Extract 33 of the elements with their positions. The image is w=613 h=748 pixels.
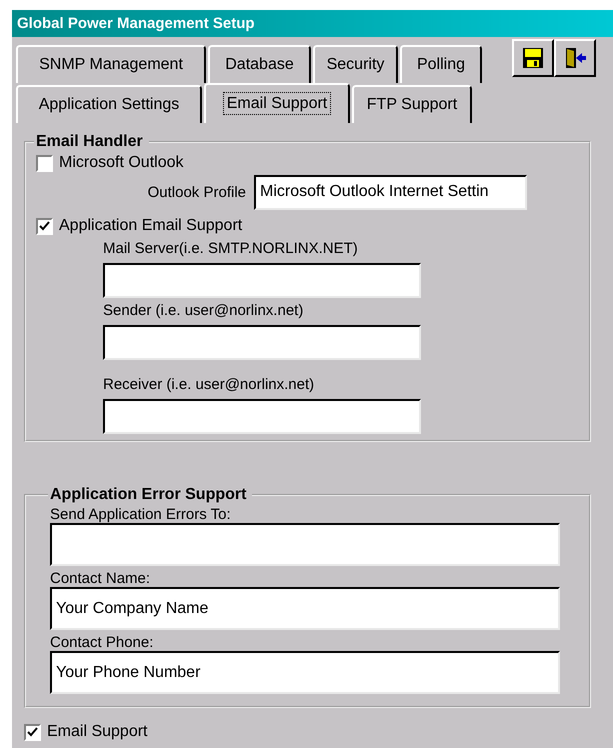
exit-button[interactable] xyxy=(554,39,596,77)
door-arrow-icon xyxy=(563,46,587,70)
text-field[interactable]: Your Phone Number xyxy=(50,651,560,694)
tab[interactable]: Email Support xyxy=(204,83,350,123)
group-title: Email Handler xyxy=(35,133,144,151)
text-field[interactable] xyxy=(103,263,421,298)
tab[interactable]: FTP Support xyxy=(352,85,472,123)
text-field[interactable] xyxy=(103,325,421,360)
group-title: Application Error Support xyxy=(49,486,248,504)
window-title: Global Power Management Setup xyxy=(17,15,255,32)
field-label: Outlook Profile xyxy=(148,184,246,200)
field-label: Mail Server(i.e. SMTP.NORLINX.NET) xyxy=(103,240,359,257)
field-label: Contact Name: xyxy=(50,570,152,587)
field-label: Send Application Errors To: xyxy=(50,506,232,523)
save-button[interactable] xyxy=(512,39,554,77)
field-label: Sender (i.e. user@norlinx.net) xyxy=(103,302,304,319)
checkbox[interactable] xyxy=(36,154,53,172)
checkbox-label: Application Email Support xyxy=(59,217,242,235)
field-label: Contact Phone: xyxy=(50,634,154,651)
checkbox[interactable] xyxy=(24,724,41,740)
text-field[interactable]: Microsoft Outlook Internet Settin xyxy=(254,174,527,210)
checkbox-label: Microsoft Outlook xyxy=(59,154,184,172)
tab[interactable]: Polling xyxy=(400,45,482,83)
tab[interactable]: Application Settings xyxy=(16,85,202,123)
tab[interactable]: Security xyxy=(313,45,398,83)
text-field[interactable]: Your Company Name xyxy=(50,587,560,630)
text-field[interactable] xyxy=(103,399,421,434)
tab[interactable]: Database xyxy=(208,45,311,83)
checkbox-label: Email Support xyxy=(47,723,148,741)
text-field[interactable] xyxy=(50,523,560,566)
checkbox[interactable] xyxy=(36,218,53,234)
tab[interactable]: SNMP Management xyxy=(16,45,206,83)
field-label: Receiver (i.e. user@norlinx.net) xyxy=(103,376,316,393)
